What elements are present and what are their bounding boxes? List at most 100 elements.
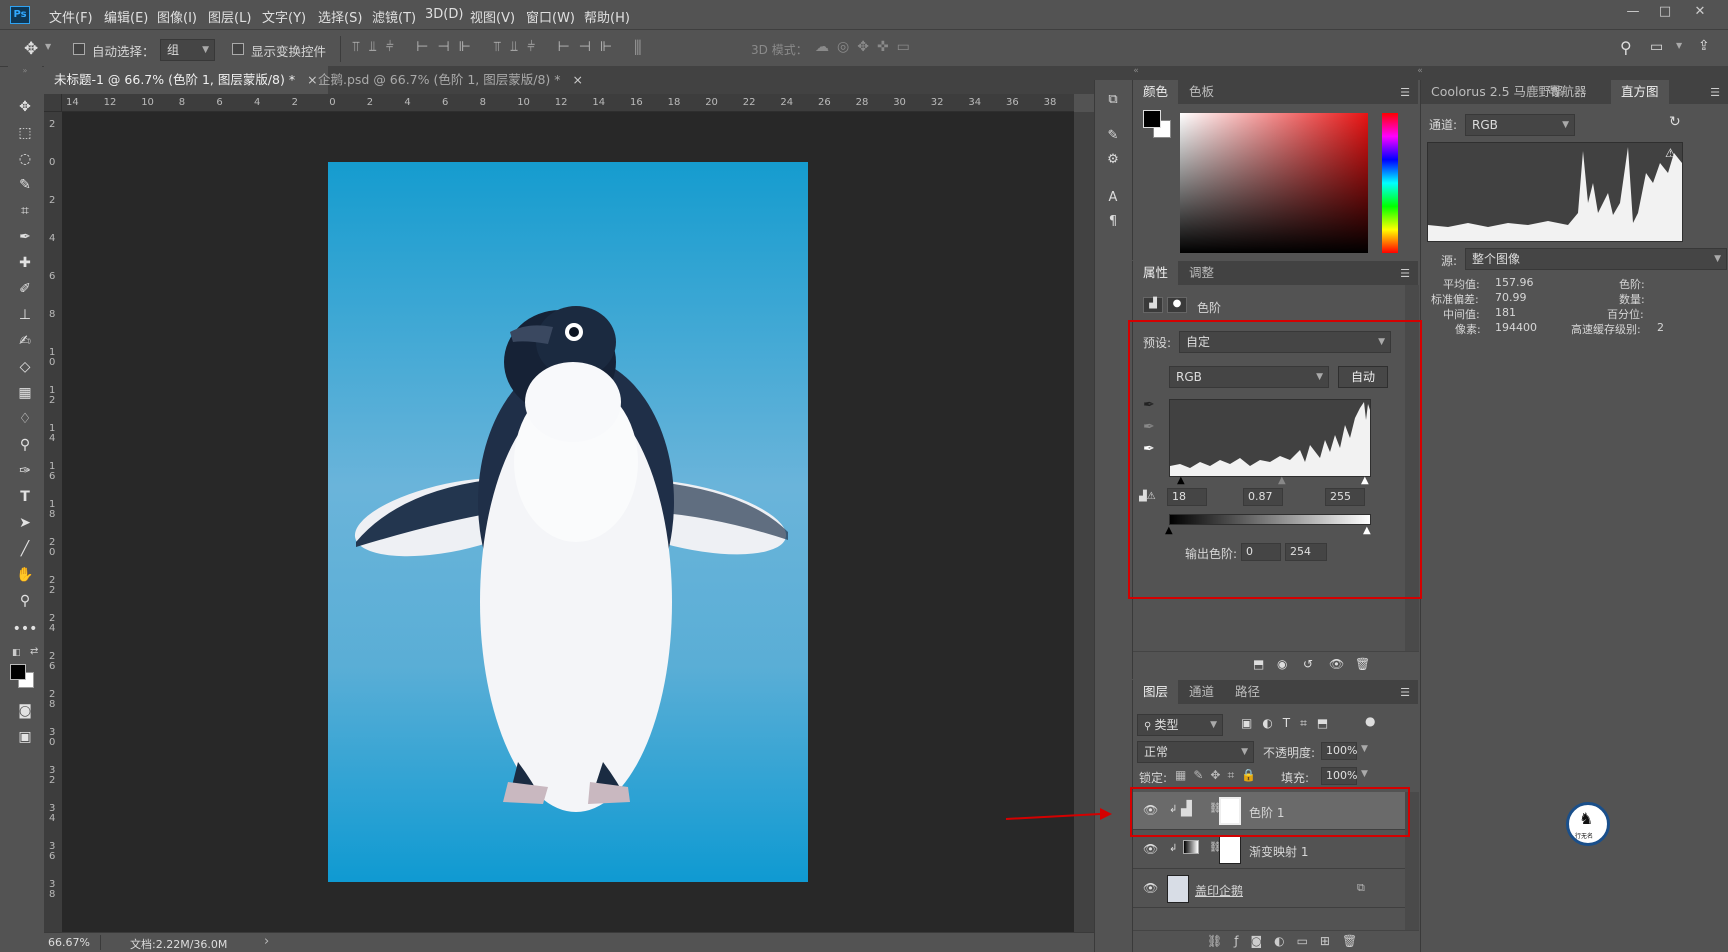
adjustments-icon[interactable]: ⚙	[1104, 152, 1122, 170]
panel-menu-icon[interactable]: ☰	[1400, 267, 1410, 280]
gradient-tool-icon[interactable]: ▦	[12, 382, 38, 404]
stamp-tool-icon[interactable]: ⊥	[12, 304, 38, 326]
layer-name[interactable]: 渐变映射 1	[1249, 843, 1308, 860]
menu-view[interactable]: 视图(V)	[470, 7, 515, 26]
menu-layer[interactable]: 图层(L)	[208, 7, 251, 26]
more-tools-icon[interactable]: •••	[12, 618, 38, 640]
layer-mask-thumbnail[interactable]	[1219, 836, 1241, 864]
tab-histogram[interactable]: 直方图	[1611, 80, 1669, 104]
layers-footer-icons[interactable]: ⛓ƒ◙◐▭⊞🗑	[1207, 934, 1369, 948]
filter-toggle-icon[interactable]: ●	[1365, 714, 1375, 728]
close-icon[interactable]: ✕	[1685, 2, 1715, 22]
close-tab-icon[interactable]: ×	[572, 72, 582, 87]
maximize-icon[interactable]: □	[1650, 2, 1680, 22]
tab-penguin-psd[interactable]: 企鹅.psd @ 66.7% (色阶 1, 图层蒙版/8) * ×	[308, 66, 593, 94]
clip-to-layer-icon[interactable]: ⬒	[1253, 657, 1264, 671]
histogram-channel-dropdown[interactable]: RGB ▼	[1465, 114, 1575, 136]
reset-icon[interactable]: ↺	[1303, 657, 1313, 671]
expand-icon[interactable]: «	[1126, 66, 1146, 80]
mask-icon[interactable]: ●	[1167, 297, 1187, 313]
panel-menu-icon[interactable]: ☰	[1400, 86, 1410, 99]
layer-name[interactable]: 盖印企鹅	[1195, 882, 1243, 899]
eraser-tool-icon[interactable]: ◇	[12, 356, 38, 378]
chevron-down-icon[interactable]: ▼	[1676, 41, 1682, 50]
visibility-eye-icon[interactable]: 👁	[1143, 842, 1159, 856]
layer-thumbnail[interactable]	[1167, 875, 1189, 903]
chevron-down-icon[interactable]: ▼	[1361, 744, 1368, 754]
history-icon[interactable]: ⧉	[1104, 92, 1122, 110]
layer-filter-dropdown[interactable]: ⚲ 类型 ▼	[1137, 714, 1223, 736]
type-tool-icon[interactable]: T	[12, 486, 38, 508]
tab-untitled-1[interactable]: 未标题-1 @ 66.7% (色阶 1, 图层蒙版/8) * ×	[44, 66, 328, 94]
panel-menu-icon[interactable]: ☰	[1400, 686, 1410, 699]
layer-filter-icons[interactable]: ▣◐T⌗⬒	[1241, 716, 1338, 731]
auto-select-checkbox[interactable]	[73, 43, 85, 55]
hand-tool-icon[interactable]: ✋	[12, 564, 38, 586]
blend-mode-dropdown[interactable]: 正常 ▼	[1137, 741, 1254, 763]
source-dropdown[interactable]: 整个图像 ▼	[1465, 248, 1727, 270]
blur-tool-icon[interactable]: ♢	[12, 408, 38, 430]
hue-slider[interactable]	[1382, 113, 1398, 253]
foreground-color-swatch[interactable]	[10, 664, 26, 680]
auto-select-dropdown[interactable]: 组 ▼	[160, 39, 215, 61]
panel-menu-icon[interactable]: ☰	[1710, 86, 1720, 99]
tab-paths[interactable]: 路径	[1225, 680, 1270, 704]
tab-color[interactable]: 颜色	[1133, 80, 1179, 104]
foreground-color-swatch[interactable]	[1143, 110, 1161, 128]
share-icon[interactable]: ⇪	[1698, 38, 1710, 54]
visibility-eye-icon[interactable]: 👁	[1143, 881, 1159, 895]
crop-tool-icon[interactable]: ⌗	[12, 200, 38, 222]
healing-brush-tool-icon[interactable]: ✚	[12, 252, 38, 274]
swap-colors-icon[interactable]: ⇄	[30, 646, 38, 657]
lasso-tool-icon[interactable]: ◌	[12, 148, 38, 170]
brush-settings-icon[interactable]: ✎	[1104, 128, 1122, 146]
visibility-icon[interactable]: 👁	[1329, 657, 1344, 671]
default-colors-icon[interactable]: ◧	[12, 648, 21, 658]
tab-layers[interactable]: 图层	[1133, 680, 1179, 704]
history-brush-tool-icon[interactable]: ✍	[12, 330, 38, 352]
search-icon[interactable]: ⚲	[1620, 38, 1632, 57]
delete-icon[interactable]: 🗑	[1355, 657, 1370, 671]
path-select-tool-icon[interactable]: ➤	[12, 512, 38, 534]
quick-mask-icon[interactable]: ◙	[12, 700, 38, 722]
zoom-tool-icon[interactable]: ⚲	[12, 590, 38, 612]
fill-field[interactable]: 100%	[1321, 767, 1357, 785]
tab-swatches[interactable]: 色板	[1179, 80, 1224, 104]
tab-channels[interactable]: 通道	[1179, 680, 1224, 704]
zoom-level[interactable]: 66.67%	[48, 936, 90, 949]
marquee-tool-icon[interactable]: ⬚	[12, 122, 38, 144]
warning-icon[interactable]: ⚠	[1665, 146, 1676, 160]
lock-icons[interactable]: ▦✎✥⌗🔒	[1175, 768, 1263, 783]
workspace-icon[interactable]: ▭	[1650, 39, 1663, 55]
brush-tool-icon[interactable]: ✐	[12, 278, 38, 300]
saturation-brightness-field[interactable]	[1180, 113, 1368, 253]
pen-tool-icon[interactable]: ✑	[12, 460, 38, 482]
chevron-down-icon[interactable]: ▼	[1361, 769, 1368, 779]
menu-3d[interactable]: 3D(D)	[425, 7, 463, 22]
menu-file[interactable]: 文件(F)	[49, 7, 93, 26]
layer-row[interactable]: 👁 盖印企鹅 ⧉	[1133, 870, 1405, 908]
move-tool-icon[interactable]: ✥	[24, 39, 38, 59]
dodge-tool-icon[interactable]: ⚲	[12, 434, 38, 456]
3d-mode-icons[interactable]: ☁◎✥✜▭	[815, 39, 918, 55]
menu-select[interactable]: 选择(S)	[318, 7, 362, 26]
menu-image[interactable]: 图像(I)	[157, 7, 197, 26]
menu-filter[interactable]: 滤镜(T)	[372, 7, 416, 26]
chevron-down-icon[interactable]: ▼	[45, 42, 51, 51]
tab-navigator[interactable]: 导航器	[1539, 80, 1597, 104]
ruler-origin[interactable]	[44, 94, 62, 112]
tab-adjustments[interactable]: 调整	[1179, 261, 1224, 285]
document-canvas[interactable]	[328, 162, 808, 882]
status-menu-arrow[interactable]: ›	[264, 934, 269, 949]
show-transform-checkbox[interactable]	[232, 43, 244, 55]
tab-properties[interactable]: 属性	[1133, 261, 1179, 285]
line-tool-icon[interactable]: ╱	[12, 538, 38, 560]
eyedropper-tool-icon[interactable]: ✒	[12, 226, 38, 248]
menu-type[interactable]: 文字(Y)	[262, 7, 306, 26]
screen-mode-icon[interactable]: ▣	[12, 726, 38, 748]
menu-edit[interactable]: 编辑(E)	[104, 7, 148, 26]
menu-window[interactable]: 窗口(W)	[526, 7, 575, 26]
minimize-icon[interactable]: —	[1618, 2, 1648, 22]
collapse-icon[interactable]: »	[12, 66, 38, 76]
paragraph-icon[interactable]: ¶	[1104, 214, 1122, 232]
